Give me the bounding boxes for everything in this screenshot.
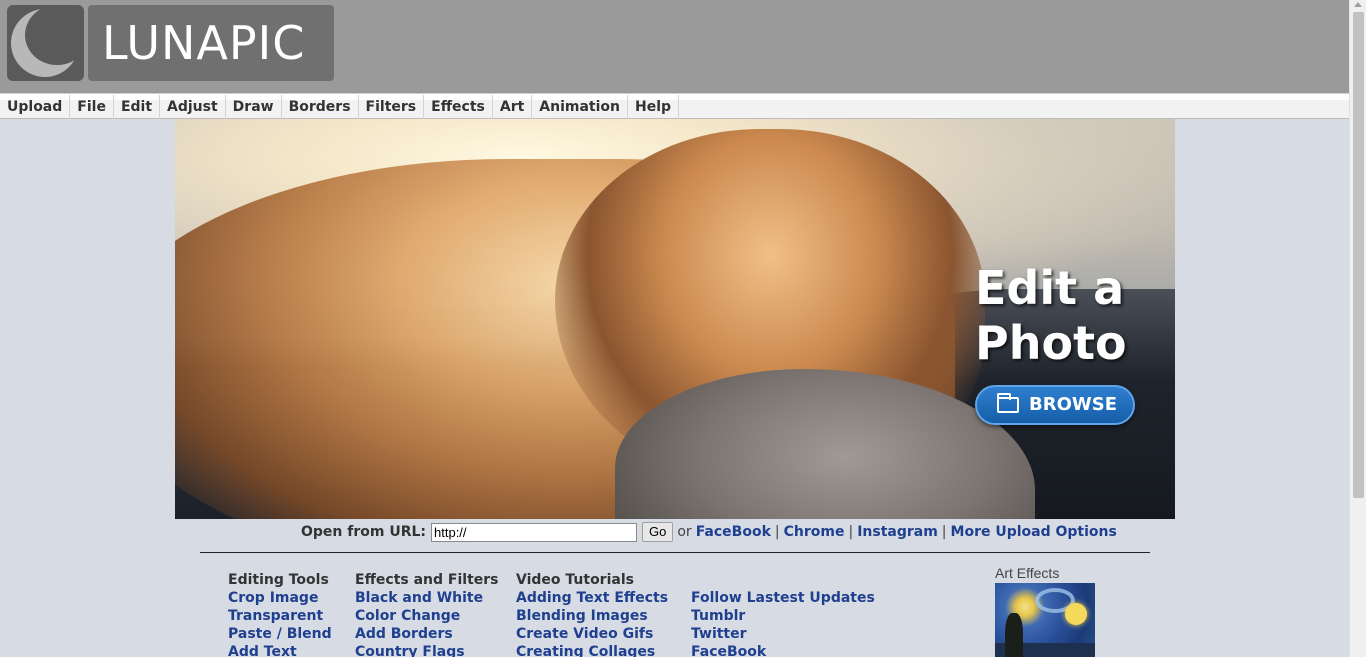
- social-links-column: Follow Lastest Updates Tumblr Twitter Fa…: [691, 571, 875, 657]
- facebook-upload-link[interactable]: FaceBook: [696, 524, 771, 540]
- column-heading: [691, 571, 875, 589]
- main-menubar: Upload File Edit Adjust Draw Borders Fil…: [0, 93, 1349, 119]
- twitter-link[interactable]: Twitter: [691, 625, 875, 643]
- browse-button-label: BROWSE: [1029, 394, 1117, 415]
- menu-edit[interactable]: Edit: [114, 95, 161, 119]
- hero-title: Edit a Photo: [975, 261, 1127, 371]
- menu-animation[interactable]: Animation: [532, 95, 629, 119]
- separator: |: [774, 524, 780, 540]
- folder-icon: [997, 393, 1019, 413]
- open-from-url-row: Open from URL: Go or FaceBook | Chrome |…: [301, 521, 1117, 543]
- section-divider: [200, 552, 1150, 553]
- instagram-upload-link[interactable]: Instagram: [857, 524, 938, 540]
- editing-tools-column: Editing Tools Crop Image Transparent Pas…: [228, 571, 332, 657]
- menu-draw[interactable]: Draw: [226, 95, 282, 119]
- add-borders-link[interactable]: Add Borders: [355, 625, 499, 643]
- paste-blend-link[interactable]: Paste / Blend: [228, 625, 332, 643]
- country-flags-link[interactable]: Country Flags: [355, 643, 499, 657]
- column-heading: Editing Tools: [228, 572, 329, 588]
- scroll-up-arrow-icon[interactable]: [1354, 2, 1362, 7]
- column-heading: Video Tutorials: [516, 572, 634, 588]
- art-effects-title: Art Effects: [995, 565, 1060, 581]
- video-tutorials-column: Video Tutorials Adding Text Effects Blen…: [516, 571, 668, 657]
- creating-collages-link[interactable]: Creating Collages: [516, 643, 668, 657]
- hero-title-line1: Edit a: [975, 261, 1125, 315]
- browse-button[interactable]: BROWSE: [975, 385, 1135, 425]
- facebook-link[interactable]: FaceBook: [691, 643, 875, 657]
- black-and-white-link[interactable]: Black and White: [355, 589, 499, 607]
- menu-filters[interactable]: Filters: [359, 95, 425, 119]
- menu-items: Upload File Edit Adjust Draw Borders Fil…: [0, 95, 680, 119]
- color-change-link[interactable]: Color Change: [355, 607, 499, 625]
- logo-wordmark[interactable]: LUNAPIC: [88, 5, 334, 81]
- blending-images-link[interactable]: Blending Images: [516, 607, 668, 625]
- menu-help[interactable]: Help: [628, 95, 680, 119]
- follow-updates-link[interactable]: Follow Lastest Updates: [691, 589, 875, 607]
- scrollbar-thumb[interactable]: [1353, 12, 1364, 498]
- tumblr-link[interactable]: Tumblr: [691, 607, 875, 625]
- logo-moon-icon[interactable]: [7, 5, 84, 81]
- menu-effects[interactable]: Effects: [424, 95, 493, 119]
- go-button[interactable]: Go: [642, 522, 674, 542]
- menu-borders[interactable]: Borders: [282, 95, 359, 119]
- create-video-gifs-link[interactable]: Create Video Gifs: [516, 625, 668, 643]
- hero-title-line2: Photo: [975, 316, 1127, 370]
- more-upload-options-link[interactable]: More Upload Options: [951, 524, 1117, 540]
- or-text: or: [677, 524, 692, 540]
- separator: |: [941, 524, 947, 540]
- site-header: LUNAPIC: [0, 0, 1349, 93]
- menu-adjust[interactable]: Adjust: [160, 95, 226, 119]
- adding-text-effects-link[interactable]: Adding Text Effects: [516, 589, 668, 607]
- add-text-link[interactable]: Add Text: [228, 643, 332, 657]
- menu-upload[interactable]: Upload: [0, 95, 71, 119]
- effects-filters-column: Effects and Filters Black and White Colo…: [355, 571, 499, 657]
- hero-banner: Edit a Photo BROWSE: [175, 119, 1175, 519]
- column-heading: Effects and Filters: [355, 572, 499, 588]
- menu-file[interactable]: File: [70, 95, 114, 119]
- crop-image-link[interactable]: Crop Image: [228, 589, 332, 607]
- menu-art[interactable]: Art: [493, 95, 533, 119]
- url-label: Open from URL:: [301, 524, 427, 540]
- vertical-scrollbar[interactable]: [1349, 0, 1366, 657]
- chrome-upload-link[interactable]: Chrome: [784, 524, 845, 540]
- art-effects-thumbnail[interactable]: [995, 583, 1095, 657]
- transparent-link[interactable]: Transparent: [228, 607, 332, 625]
- url-input[interactable]: [431, 522, 638, 542]
- art-effects-panel: Art Effects: [995, 565, 1095, 657]
- separator: |: [848, 524, 854, 540]
